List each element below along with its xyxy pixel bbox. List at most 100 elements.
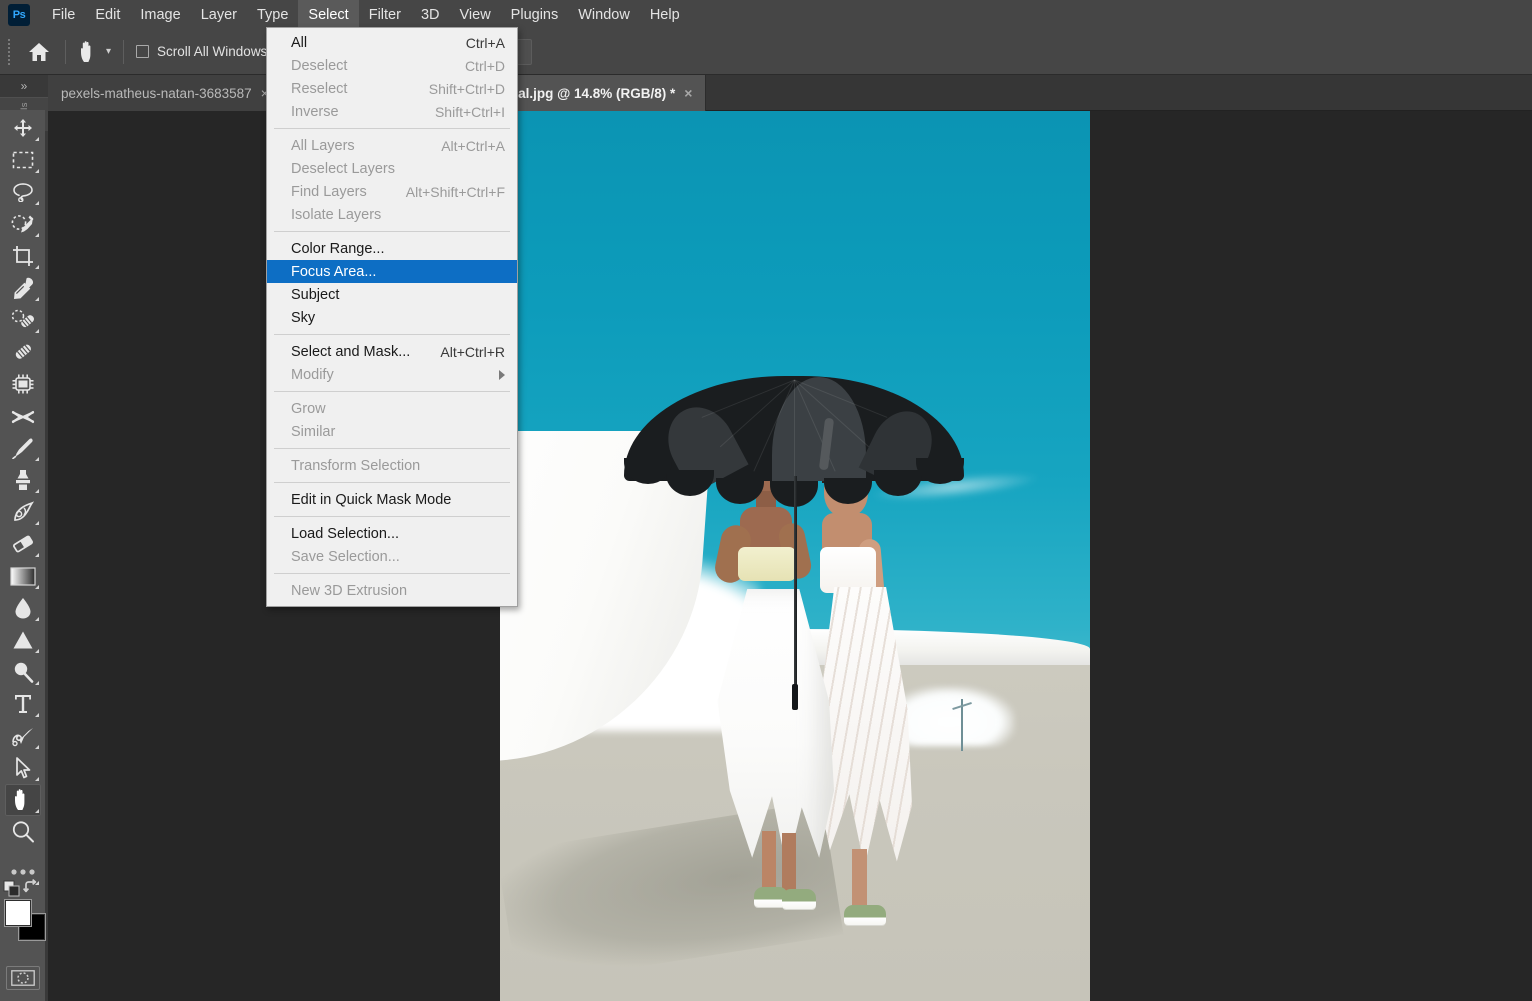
menu-item-label: Find Layers (291, 184, 367, 200)
menu-item-label: Modify (291, 367, 334, 383)
tool-preset-picker[interactable]: ▾ (72, 29, 117, 75)
move-tool-icon[interactable] (5, 112, 41, 144)
menu-item-transform-selection: Transform Selection (267, 454, 517, 477)
menu-separator (274, 448, 510, 449)
menu-separator (274, 516, 510, 517)
menu-separator (274, 391, 510, 392)
options-divider-1 (65, 40, 66, 64)
menu-plugins[interactable]: Plugins (501, 0, 569, 29)
menu-item-load-selection[interactable]: Load Selection... (267, 522, 517, 545)
menu-item-label: Isolate Layers (291, 207, 381, 223)
menu-item-all-layers: All LayersAlt+Ctrl+A (267, 134, 517, 157)
select-menu-dropdown[interactable]: AllCtrl+ADeselectCtrl+D Reselect Shift+Ctr… (266, 27, 518, 607)
menu-filter[interactable]: Filter (359, 0, 411, 29)
document-tab[interactable]: pexels-matheus-natan-3683587× (48, 75, 283, 111)
color-swatches (1, 890, 45, 952)
crop-tool-icon[interactable] (5, 240, 41, 272)
menu-item-shortcut: Shift+Ctrl+I (413, 104, 505, 120)
home-icon[interactable] (19, 29, 59, 75)
clone-stamp-tool-icon[interactable] (5, 464, 41, 496)
path-selection-tool-icon[interactable] (5, 752, 41, 784)
close-icon[interactable]: × (684, 86, 692, 100)
menu-item-label: Grow (291, 401, 326, 417)
submenu-arrow-icon (499, 370, 505, 380)
menu-item-find-layers: Find LayersAlt+Shift+Ctrl+F (267, 180, 517, 203)
patch-tool-icon[interactable] (5, 336, 41, 368)
menu-item-label: Similar (291, 424, 335, 440)
quick-mask-mode-icon[interactable] (6, 966, 40, 990)
menu-bar-items: FileEditImageLayerTypeSelectFilter3DView… (42, 0, 690, 29)
menu-item-label: Sky (291, 310, 315, 326)
spot-healing-brush-tool-icon[interactable] (5, 304, 41, 336)
blur-tool-icon[interactable] (5, 592, 41, 624)
menu-file[interactable]: File (42, 0, 85, 29)
menu-separator (274, 231, 510, 232)
hand-tool-icon[interactable] (5, 784, 41, 816)
menu-item-label: Select and Mask... (291, 344, 410, 360)
eyedropper-tool-icon[interactable] (5, 272, 41, 304)
document-tab-bar: pexels-matheus-natan-3683587×d Eraser To… (0, 75, 1532, 111)
menu-item-focus-area[interactable]: Focus Area... (267, 260, 517, 283)
menu-item-similar: Similar (267, 420, 517, 443)
menu-item-label: New 3D Extrusion (291, 583, 407, 599)
menu-item-modify: Modify (267, 363, 517, 386)
menu-item-label: Focus Area... (291, 264, 376, 280)
chevron-down-icon[interactable]: ▾ (106, 47, 111, 57)
menu-item-shortcut: Alt+Ctrl+R (418, 344, 505, 360)
scroll-all-windows-checkbox[interactable]: Scroll All Windows (130, 44, 273, 59)
burn-tool-icon[interactable] (5, 656, 41, 688)
menu-item-label: Deselect (291, 58, 347, 74)
red-eye-tool-icon[interactable] (5, 400, 41, 432)
menu-item-label: All Layers (291, 138, 355, 154)
rectangular-marquee-tool-icon[interactable] (5, 144, 41, 176)
history-brush-tool-icon[interactable] (5, 496, 41, 528)
menu-item-label: Reselect (291, 81, 347, 97)
checkbox-box[interactable] (136, 45, 149, 58)
menu-item-label: Save Selection... (291, 549, 400, 565)
menu-item-select-and-mask[interactable]: Select and Mask... Alt+Ctrl+R (267, 340, 517, 363)
menu-item-color-range[interactable]: Color Range... (267, 237, 517, 260)
document-canvas[interactable] (500, 111, 1090, 1001)
menu-item-label: All (291, 35, 307, 51)
menu-separator (274, 128, 510, 129)
double-chevron-right-icon[interactable]: » (0, 75, 48, 97)
dodge-tool-icon[interactable] (5, 624, 41, 656)
menu-select[interactable]: Select (298, 0, 358, 29)
hand-tool-icon (78, 40, 100, 64)
options-bar: ▾ Scroll All Windows een (0, 29, 1532, 75)
menu-item-shortcut: Shift+Ctrl+D (407, 81, 505, 97)
brush-tool-icon[interactable] (5, 432, 41, 464)
options-bar-grip[interactable] (3, 38, 15, 66)
pen-tool-icon[interactable] (5, 720, 41, 752)
menu-item-new-3d-extrusion: New 3D Extrusion (267, 579, 517, 602)
gradient-tool-icon[interactable] (5, 560, 41, 592)
menu-edit[interactable]: Edit (85, 0, 130, 29)
menu-item-all[interactable]: AllCtrl+A (267, 31, 517, 54)
menu-image[interactable]: Image (130, 0, 190, 29)
photo-antenna (961, 699, 963, 751)
menu-item-label: Color Range... (291, 241, 385, 257)
menu-view[interactable]: View (450, 0, 501, 29)
menu-item-deselect-layers: Deselect Layers (267, 157, 517, 180)
lasso-tool-icon[interactable] (5, 176, 41, 208)
menu-item-edit-in-quick-mask-mode[interactable]: Edit in Quick Mask Mode (267, 488, 517, 511)
menu-separator (274, 482, 510, 483)
menu-help[interactable]: Help (640, 0, 690, 29)
menu-window[interactable]: Window (568, 0, 640, 29)
photo-umbrella (624, 376, 964, 488)
type-tool-icon[interactable] (5, 688, 41, 720)
foreground-color-swatch[interactable] (5, 900, 31, 926)
content-aware-move-tool-icon[interactable] (5, 368, 41, 400)
menu-item-subject[interactable]: Subject (267, 283, 517, 306)
eraser-tool-icon[interactable] (5, 528, 41, 560)
zoom-tool-icon[interactable] (5, 816, 41, 848)
object-selection-tool-icon[interactable] (5, 208, 41, 240)
menu-item-sky[interactable]: Sky (267, 306, 517, 329)
menu-layer[interactable]: Layer (191, 0, 247, 29)
menu-3d[interactable]: 3D (411, 0, 450, 29)
menu-item-deselect: DeselectCtrl+D (267, 54, 517, 77)
photo-cloud-right (895, 686, 1015, 746)
menu-item-label: Inverse (291, 104, 339, 120)
photoshop-logo-icon: Ps (8, 4, 30, 26)
menu-type[interactable]: Type (247, 0, 298, 29)
